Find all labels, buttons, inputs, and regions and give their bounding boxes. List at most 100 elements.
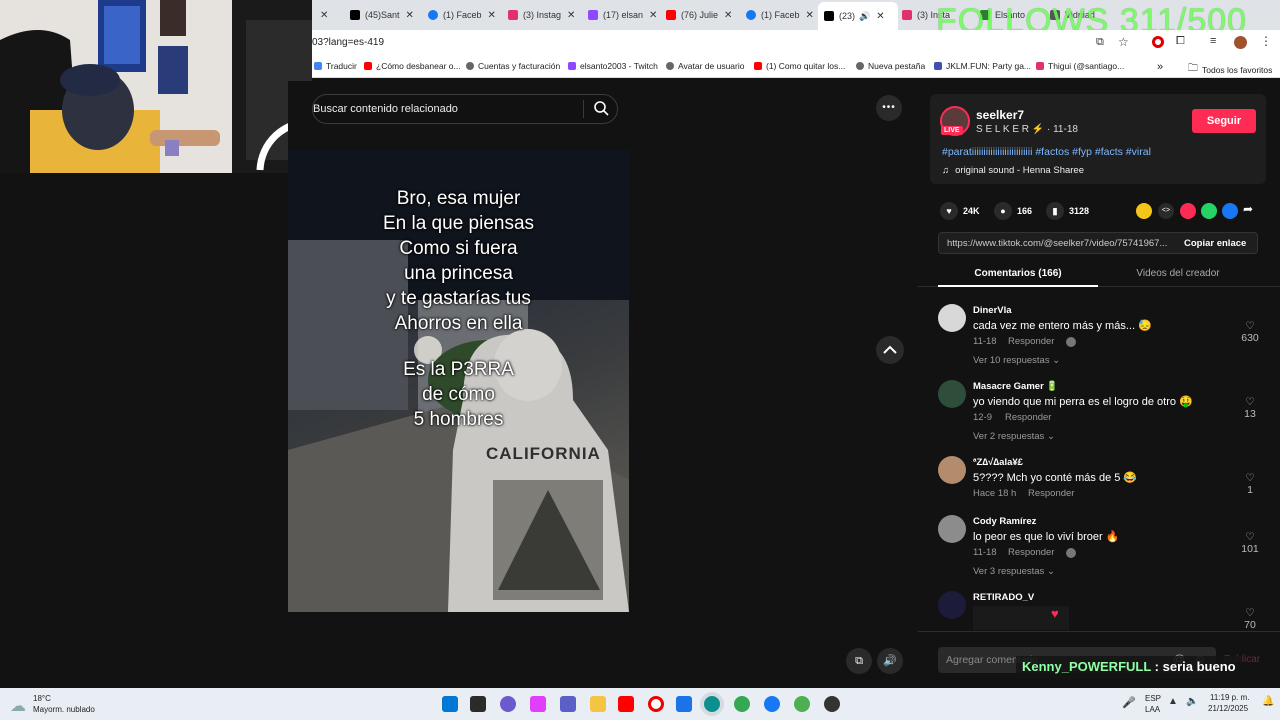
comment-media-thumbnail[interactable]: ♥ [973,606,1069,630]
browser-tab[interactable]: (3) Instag ✕ [508,4,586,26]
browser-tab[interactable]: (1) Faceb ✕ [428,4,506,26]
view-replies-button[interactable]: Ver 10 respuestas ⌄ [973,355,1060,366]
send-icon[interactable] [1180,203,1196,219]
comment-author[interactable]: RETIRADO_V [973,592,1034,603]
clock-time[interactable]: 11:19 p. m. [1210,693,1249,702]
copy-link-button[interactable]: Copiar enlace [1184,238,1246,249]
comment-like[interactable]: ♡ 630 [1235,320,1265,344]
weather-temp[interactable]: 18°C [33,694,51,703]
close-tab-icon[interactable]: ✕ [649,10,657,21]
opera-app-icon[interactable] [648,696,664,712]
browser-tab[interactable]: (45)Sant ✕ [350,4,428,26]
bookmark-item[interactable]: Thigui (@santiago... [1036,61,1124,71]
avatar[interactable] [938,304,966,332]
wifi-icon[interactable]: ▲ [1168,696,1178,707]
edge-icon[interactable] [704,696,720,712]
browser-tab-active[interactable]: (23) 🔊 ✕ [818,2,898,30]
all-favorites-button[interactable]: 🗀 Todos los favoritos [1188,61,1272,78]
extensions-icon[interactable]: ⧠ [1176,35,1185,48]
tab-comments[interactable]: Comentarios (166) [938,268,1098,279]
close-tab-icon[interactable]: ✕ [320,10,328,21]
speaker-icon[interactable]: 🔊 [859,11,870,22]
follow-button[interactable]: Seguir [1192,109,1256,133]
creator-username[interactable]: seelker7 [976,108,1024,122]
comment-like[interactable]: ♡ 70 [1235,607,1265,630]
kebab-menu-icon[interactable]: ⋮ [1260,34,1272,48]
facebook-share-icon[interactable] [1222,203,1238,219]
bookmark-item[interactable]: Traducir [314,61,357,71]
browser-tab[interactable]: (1) Faceb ✕ [746,4,824,26]
view-replies-button[interactable]: Ver 3 respuestas ⌄ [973,566,1055,577]
tab-creator-videos[interactable]: Videos del creador [1098,268,1258,279]
video-player[interactable]: Bro, esa mujer En la que piensas Como si… [288,150,629,612]
task-view-icon[interactable] [470,696,486,712]
search-input[interactable]: Buscar contenido relacionado [313,103,458,115]
more-bookmarks-button[interactable]: » [1157,61,1163,73]
reading-list-icon[interactable]: ≡ [1210,35,1216,47]
search-icon[interactable] [593,100,609,121]
facebook-app-icon[interactable] [764,696,780,712]
close-tab-icon[interactable]: ✕ [806,10,814,21]
windows-start-icon[interactable] [442,696,458,712]
microphone-icon[interactable]: 🎤 [1122,696,1136,709]
close-tab-icon[interactable]: ✕ [567,10,575,21]
whatsapp-icon[interactable] [1201,203,1217,219]
chrome-icon[interactable] [734,696,750,712]
weather-desc[interactable]: Mayorm. nublado [33,705,95,714]
sound-row[interactable]: ♫ original sound - Henna Sharee [942,165,1084,176]
keyboard-layout[interactable]: LAA [1145,705,1160,714]
comment-author[interactable]: ªZ∆√∆ala¥£ [973,457,1023,468]
comment-stat[interactable]: ● 166 [994,202,1032,220]
comment-author[interactable]: Cody Ramírez [973,516,1036,527]
close-tab-icon[interactable]: ✕ [488,10,496,21]
url-text[interactable]: 03?lang=es-419 [312,37,384,48]
clock-date[interactable]: 21/12/2025 [1208,704,1248,713]
bookmark-item[interactable]: (1) Como quitar los... [754,61,845,71]
share-url[interactable]: https://www.tiktok.com/@seelker7/video/7… [947,238,1167,249]
view-replies-button[interactable]: Ver 2 respuestas ⌄ [973,431,1055,442]
search-bar[interactable]: Buscar contenido relacionado [312,94,618,124]
browser-tab[interactable]: ✕ [314,4,344,26]
embed-icon[interactable]: <> [1158,203,1174,219]
comment-author[interactable]: Masacre Gamer 🔋 [973,381,1058,392]
speaker-icon[interactable]: 🔈 [1186,696,1198,707]
profile-avatar[interactable] [1234,36,1247,49]
bookmark-item[interactable]: elsanto2003 - Twitch [568,61,658,71]
avatar[interactable] [938,591,966,619]
language-code[interactable]: ESP [1145,694,1161,703]
previous-video-button[interactable] [876,336,904,364]
comment-like[interactable]: ♡ 101 [1235,531,1265,555]
teams-icon[interactable] [560,696,576,712]
picture-in-picture-icon[interactable]: ⧉ [846,648,872,674]
address-bar[interactable]: 03?lang=es-419 ⧉ ☆ ⧠ ≡ ⋮ [312,30,1280,56]
opera-icon[interactable] [1152,36,1164,48]
comment-like[interactable]: ♡ 1 [1235,472,1265,496]
close-tab-icon[interactable]: ✕ [406,10,414,21]
bookmark-item[interactable]: Nueva pestaña [856,61,925,71]
reply-button[interactable]: Responder [1005,412,1051,423]
avatar[interactable] [938,380,966,408]
weather-icon[interactable]: ☁ [10,696,26,716]
coin-icon[interactable] [1136,203,1152,219]
chrome-profile-icon[interactable] [794,696,810,712]
bookmark-item[interactable]: Cuentas y facturación [466,61,560,71]
reply-button[interactable]: Responder [1028,488,1074,499]
install-app-icon[interactable]: ⧉ [1096,36,1104,49]
file-explorer-icon[interactable] [590,696,606,712]
hashtags[interactable]: #paratiiiiiiiiiiiiiiiiiiiiiiiiii #factos… [942,146,1151,158]
bookmark-item[interactable]: Avatar de usuario [666,61,744,71]
browser-tab[interactable]: (76) Julie ✕ [666,4,744,26]
reply-button[interactable]: Responder [1008,336,1054,347]
obs-icon[interactable] [824,696,840,712]
comment-author[interactable]: DinerVla [973,305,1012,316]
youtube-app-icon[interactable] [618,696,634,712]
bookmark-item[interactable]: ¿Cómo desbanear o... [364,61,461,71]
copilot-icon[interactable] [530,696,546,712]
close-tab-icon[interactable]: ✕ [876,11,884,22]
avatar[interactable] [938,515,966,543]
chat-app-icon[interactable] [500,696,516,712]
more-options-icon[interactable]: ••• [876,95,902,121]
bookmark-star-icon[interactable]: ☆ [1118,35,1129,49]
volume-icon[interactable]: 🔊 [877,648,903,674]
notifications-icon[interactable]: 🔔 [1262,696,1274,707]
